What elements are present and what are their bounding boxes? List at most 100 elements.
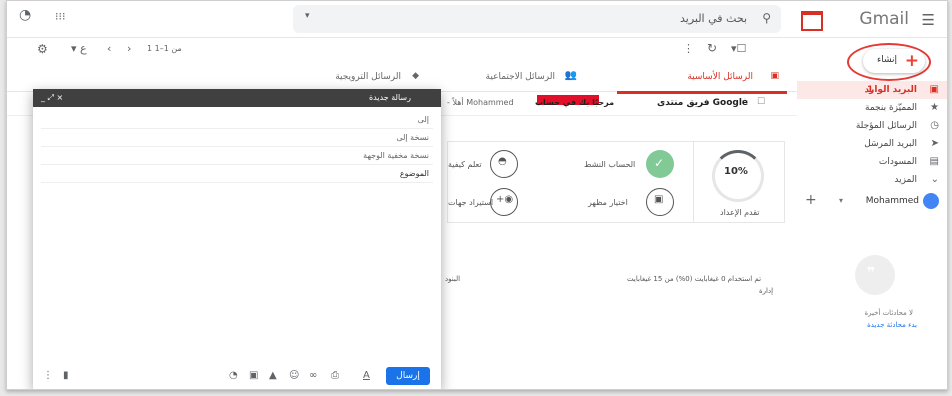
inbox-icon: ▣ xyxy=(929,84,939,95)
tab-primary[interactable]: ▣ الرسائل الأساسية xyxy=(617,61,787,94)
setup-panel: 10% تقدم الإعداد ✓ الحساب النشط ▣ اختيار… xyxy=(447,141,785,223)
sidebar-item-label: المسودات xyxy=(878,157,917,167)
chat-bubble-icon: ❞ xyxy=(855,255,895,295)
progress-text: 10% xyxy=(724,166,748,177)
sidebar-item-starred[interactable]: ★ المميّزة بنجمة xyxy=(797,99,947,117)
check-icon: ✓ xyxy=(646,150,674,178)
logo-text: Gmail xyxy=(859,9,909,29)
storage-usage: تم استخدام 0 غيغابايت (0%) من 15 غيغاباي… xyxy=(627,275,762,283)
compose-title: رسالة جديدة xyxy=(368,93,411,102)
message-body[interactable] xyxy=(41,185,433,361)
attach-icon[interactable]: ⎙ xyxy=(331,370,339,381)
window-controls[interactable]: _ ⤢ × xyxy=(41,93,63,103)
sidebar-item-label: الرسائل المؤجلة xyxy=(855,121,917,131)
refresh-icon[interactable]: ↻ xyxy=(707,41,717,55)
pagination-text: 1 من 1–1 xyxy=(147,44,182,53)
hangouts-account[interactable]: Mohammed ▾ + xyxy=(797,191,947,211)
sidebar-item-label: البريد المرسَل xyxy=(864,139,917,149)
plus-icon: + xyxy=(904,51,919,71)
tab-label: الرسائل الترويجية xyxy=(335,72,401,82)
clock-icon: ◷ xyxy=(930,120,939,131)
search-options-icon[interactable]: ▾ xyxy=(305,11,310,21)
row-checkbox[interactable]: ☐ xyxy=(757,97,765,107)
gmail-logo[interactable]: Gmail xyxy=(799,7,909,31)
cc-label: نسخة إلى xyxy=(396,133,429,142)
gmail-envelope-icon xyxy=(801,11,823,31)
setup-item-learn[interactable]: تعلم كيفية xyxy=(448,160,482,169)
chevron-down-icon: ⌄ xyxy=(930,174,939,185)
subject-field[interactable]: الموضوع xyxy=(41,165,433,183)
setup-item-import[interactable]: استيراد جهات xyxy=(448,198,493,207)
cc-field[interactable]: نسخة إلى xyxy=(41,129,433,147)
theme-icon: ▣ xyxy=(646,188,674,216)
top-bar: ◔ ⁝⁝⁝ ▾ بحث في البريد ⚲ Gmail ☰ xyxy=(7,1,947,38)
tab-label: الرسائل الأساسية xyxy=(687,72,753,82)
category-tabs: ▣ الرسائل الأساسية 👥 الرسائل الاجتماعية … xyxy=(7,61,797,94)
more-icon[interactable]: ⋮ xyxy=(683,42,694,55)
sidebar-item-label: المميّزة بنجمة xyxy=(865,103,917,113)
terms-link[interactable]: البنود xyxy=(445,275,460,283)
bcc-field[interactable]: نسخة مخفية الوجهة xyxy=(41,147,433,165)
input-tools-dropdown[interactable]: ▾ ع xyxy=(71,42,87,55)
inbox-count: 1 xyxy=(867,85,874,95)
confidential-mode-icon[interactable]: ◔ xyxy=(229,370,238,381)
message-toolbar: ⚙ ▾ ع ‹ › 1 من 1–1 ⋮ ↻ ▾☐ xyxy=(7,37,797,61)
tab-social[interactable]: 👥 الرسائل الاجتماعية xyxy=(447,61,617,91)
newer-chevron-icon[interactable]: ‹ xyxy=(107,42,111,55)
photo-icon[interactable]: ▣ xyxy=(249,370,258,381)
sidebar-item-label: المزيد xyxy=(894,175,917,185)
account-name: Mohammed xyxy=(865,196,919,206)
formatting-icon[interactable]: A xyxy=(363,370,370,381)
star-icon: ★ xyxy=(930,102,939,113)
bcc-label: نسخة مخفية الوجهة xyxy=(363,151,429,160)
sidebar-item-sent[interactable]: ➤ البريد المرسَل xyxy=(797,135,947,153)
email-subject: مرحبًا بك في حساب xyxy=(535,98,615,107)
search-bar[interactable]: ▾ بحث في البريد ⚲ xyxy=(293,5,781,33)
tab-promotions[interactable]: ◆ الرسائل الترويجية xyxy=(277,61,447,91)
discard-trash-icon[interactable]: ▮ xyxy=(63,370,69,381)
setup-progress: 10% تقدم الإعداد xyxy=(693,142,784,222)
compose-label: إنشاء xyxy=(876,55,897,65)
inbox-tab-icon: ▣ xyxy=(770,71,779,81)
menu-icon[interactable]: ☰ xyxy=(922,11,935,29)
manage-storage-link[interactable]: إدارة xyxy=(759,287,773,295)
search-input[interactable]: بحث في البريد xyxy=(680,12,747,25)
drive-icon[interactable]: ▲ xyxy=(269,370,277,381)
start-chat-link[interactable]: بدء محادثة جديدة xyxy=(867,321,917,329)
compose-window: _ ⤢ × رسالة جديدة إلى نسخة إلى نسخة مخفي… xyxy=(33,89,441,389)
older-chevron-icon[interactable]: › xyxy=(127,42,131,55)
gmail-window: ◔ ⁝⁝⁝ ▾ بحث في البريد ⚲ Gmail ☰ ⚙ ▾ ع ‹ … xyxy=(6,0,948,390)
support-icon[interactable]: ◔ xyxy=(19,7,31,23)
setup-item-theme[interactable]: اختيار مظهر xyxy=(588,198,628,207)
progress-label: تقدم الإعداد xyxy=(720,208,760,217)
to-field[interactable]: إلى xyxy=(41,111,433,129)
sidebar-item-inbox[interactable]: ▣ البريد الوارد 1 xyxy=(797,81,947,99)
subject-label: الموضوع xyxy=(399,169,429,178)
more-options-icon[interactable]: ⋮ xyxy=(43,370,53,381)
people-icon: 👥 xyxy=(564,70,577,81)
new-chat-plus-icon[interactable]: + xyxy=(805,192,817,208)
select-all-checkbox[interactable]: ▾☐ xyxy=(731,42,746,55)
apps-grid-icon[interactable]: ⁝⁝⁝ xyxy=(55,10,66,23)
emoji-icon[interactable]: ☺ xyxy=(289,370,299,381)
send-button[interactable]: إرسال xyxy=(386,367,430,385)
compose-button[interactable]: + إنشاء xyxy=(863,49,925,73)
settings-icon[interactable]: ⚙ xyxy=(37,42,48,56)
tab-label: الرسائل الاجتماعية xyxy=(485,72,555,82)
sidebar-item-more[interactable]: ⌄ المزيد xyxy=(797,171,947,189)
sidebar-item-drafts[interactable]: ▤ المسودات xyxy=(797,153,947,171)
setup-item-account[interactable]: الحساب النشط xyxy=(584,160,635,169)
compose-header[interactable]: _ ⤢ × رسالة جديدة xyxy=(33,89,441,107)
link-icon[interactable]: ∞ xyxy=(309,370,317,381)
send-icon: ➤ xyxy=(930,138,939,149)
no-chats-text: لا محادثات أخيرة xyxy=(864,309,913,317)
search-icon[interactable]: ⚲ xyxy=(762,11,771,25)
tag-icon: ◆ xyxy=(412,71,419,81)
add-contact-icon: +◉ xyxy=(490,188,518,216)
email-sender: فريق منتدى Google xyxy=(657,98,749,108)
draft-icon: ▤ xyxy=(929,156,939,167)
account-dropdown-icon: ▾ xyxy=(838,196,843,205)
graduation-cap-icon: ◓ xyxy=(490,150,518,178)
sidebar-item-snoozed[interactable]: ◷ الرسائل المؤجلة xyxy=(797,117,947,135)
avatar xyxy=(923,193,939,209)
